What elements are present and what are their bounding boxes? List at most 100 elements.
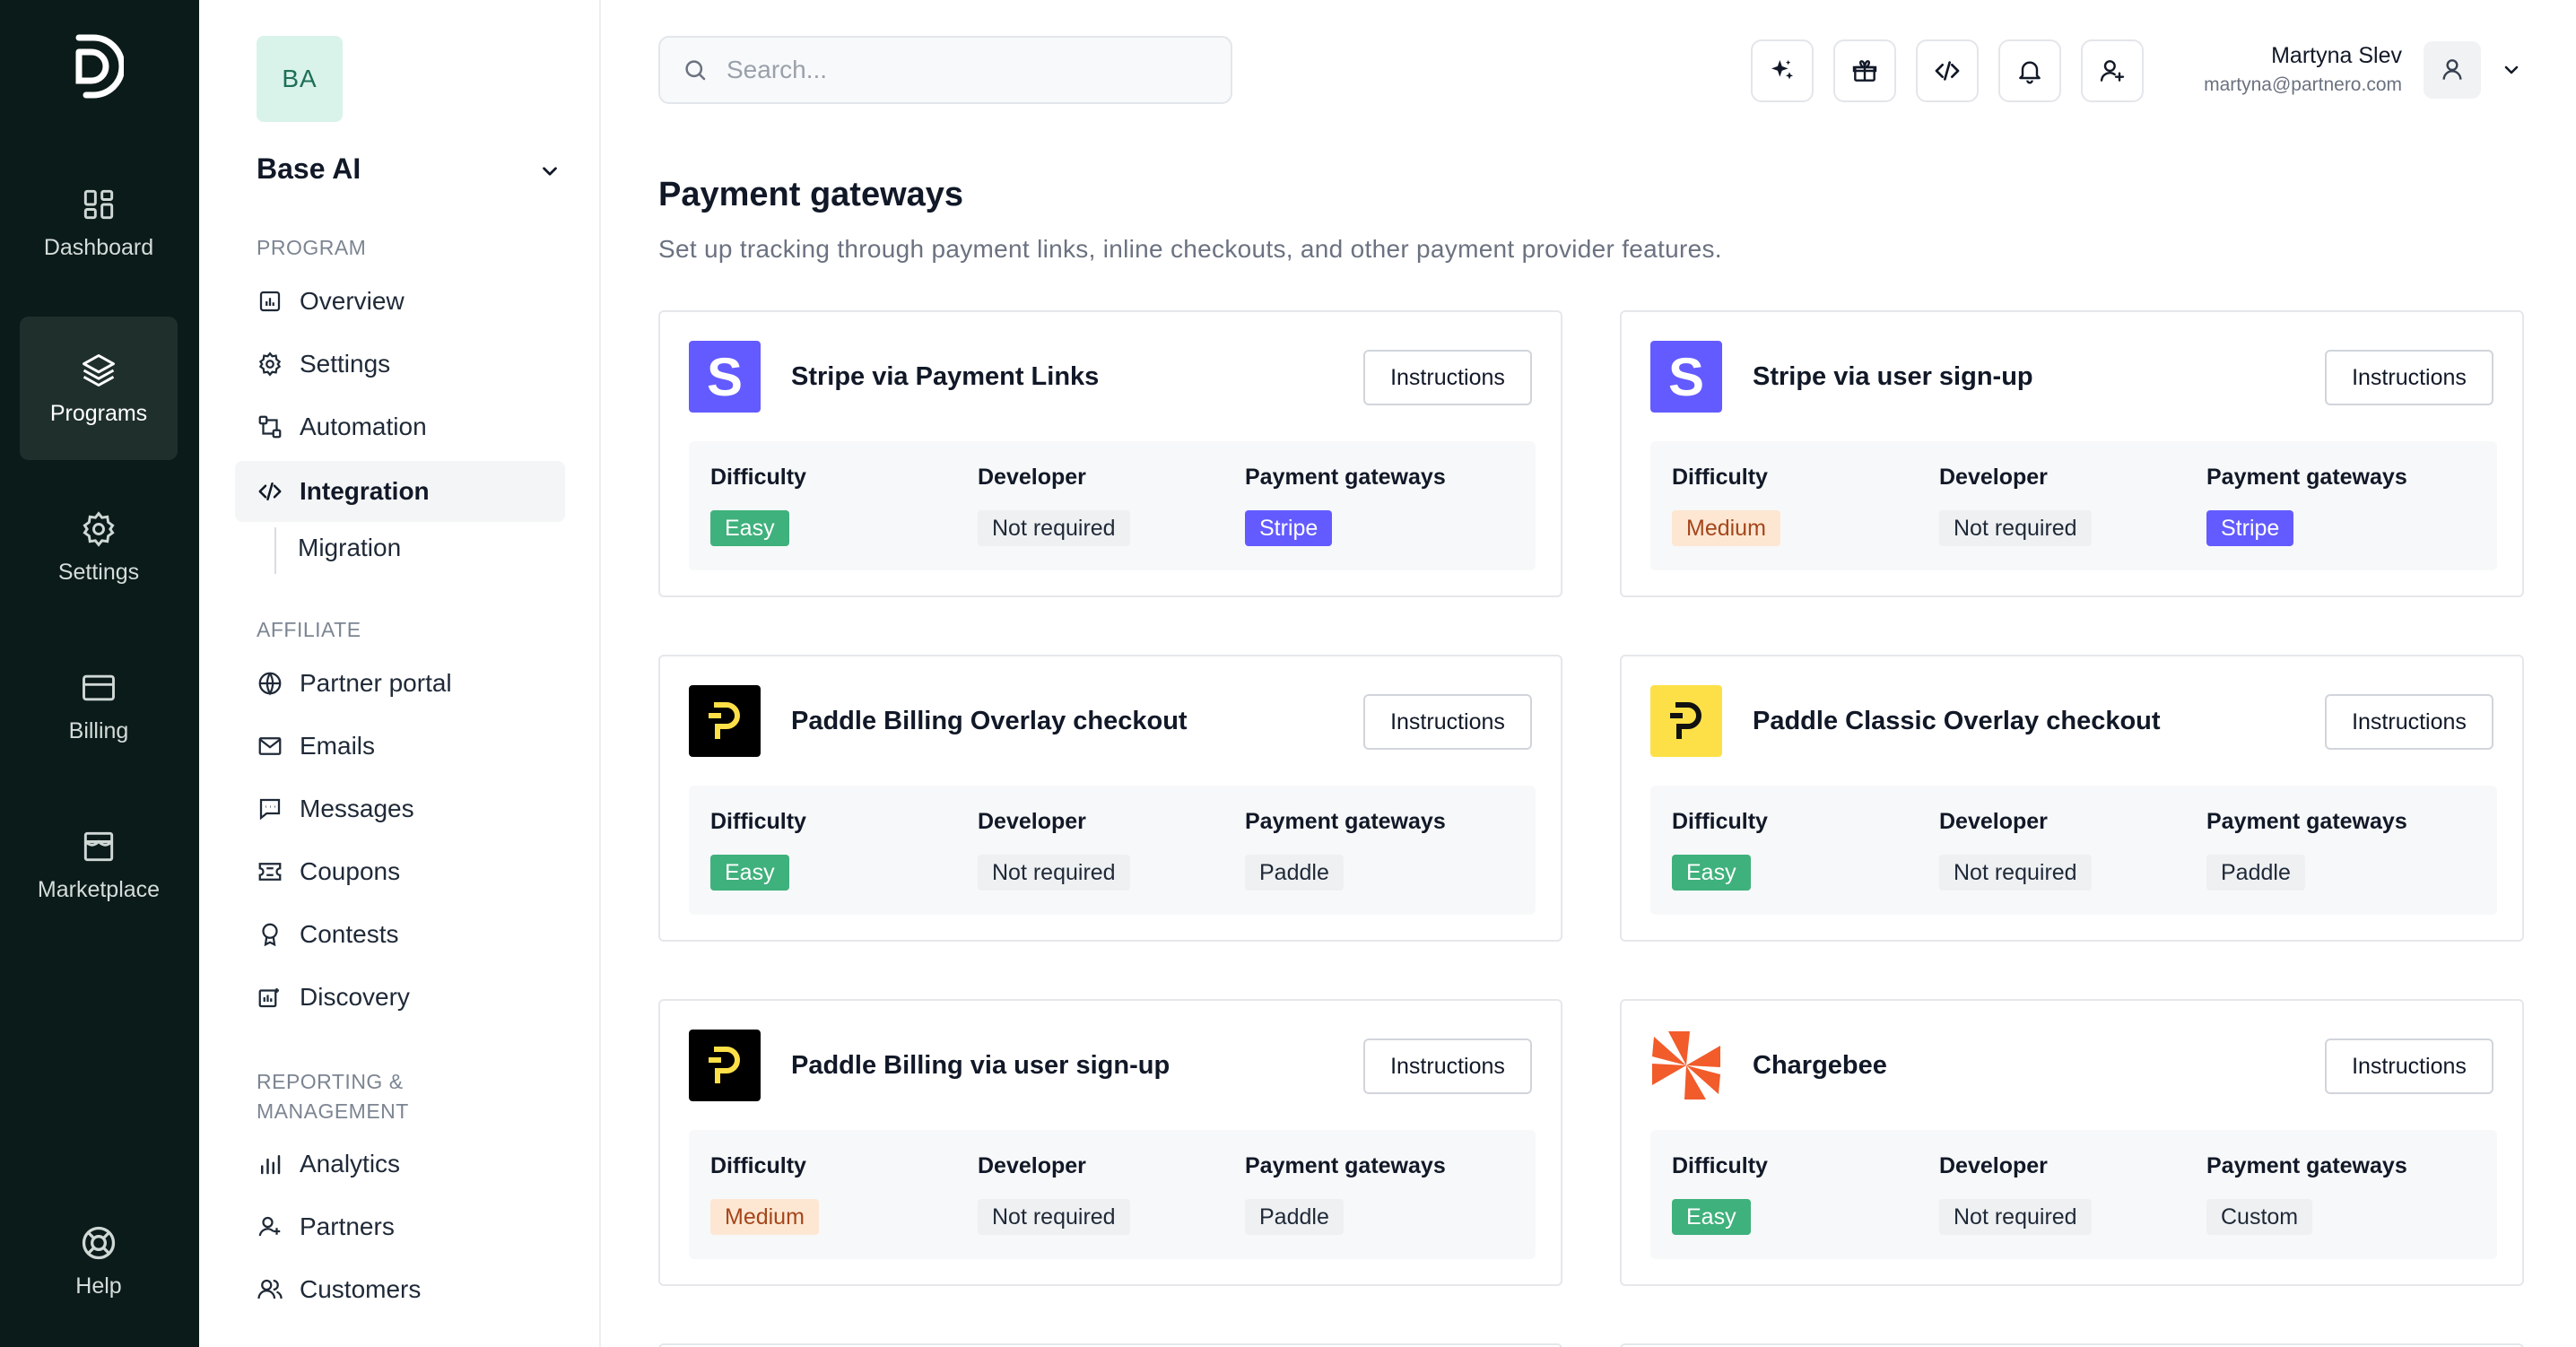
nav-item-automation[interactable]: Automation: [235, 396, 565, 457]
gateway-field: Payment gateways Stripe: [1245, 465, 1446, 546]
difficulty-field: Difficulty Easy: [1672, 809, 1768, 891]
nav-item-label: Contests: [300, 920, 399, 948]
rail-item-help[interactable]: Help: [20, 1189, 178, 1333]
developer-field: Developer Not required: [1939, 465, 2092, 546]
card-meta: Difficulty Medium Developer Not required…: [689, 1130, 1536, 1259]
partner-icon: [258, 1216, 281, 1237]
developer-badge: Not required: [978, 855, 1130, 891]
instructions-button[interactable]: Instructions: [2325, 350, 2493, 405]
gift-button[interactable]: [1833, 39, 1896, 102]
developer-field: Developer Not required: [978, 465, 1130, 546]
rail-label: Settings: [57, 559, 140, 585]
difficulty-label: Difficulty: [710, 809, 806, 834]
card-meta: Difficulty Easy Developer Not required P…: [1650, 786, 2497, 915]
nav-item-overview[interactable]: Overview: [235, 271, 565, 332]
search-bar[interactable]: [658, 36, 1232, 104]
developer-label: Developer: [1939, 809, 2048, 834]
developer-button[interactable]: [1916, 39, 1979, 102]
instructions-button[interactable]: Instructions: [2325, 1038, 2493, 1094]
card-meta: Difficulty Medium Developer Not required…: [1650, 441, 2497, 570]
rail-label: Marketplace: [37, 876, 161, 902]
card-title: Paddle Billing via user sign-up: [791, 1051, 1171, 1080]
user-avatar[interactable]: [2424, 41, 2481, 99]
developer-label: Developer: [978, 809, 1086, 834]
nav-item-settings[interactable]: Settings: [235, 334, 565, 395]
partnero-logo[interactable]: [74, 32, 124, 100]
chevron-down-icon[interactable]: [538, 160, 561, 183]
developer-field: Developer Not required: [1939, 809, 2092, 891]
gear-icon: [83, 510, 115, 547]
gateway-card: Paddle Billing Overlay checkout Instruct…: [658, 655, 1562, 942]
ai-assistant-button[interactable]: [1751, 39, 1814, 102]
gateway-card: [1620, 1343, 2524, 1347]
app-rail: Dashboard Programs Settings Billing Mark…: [0, 0, 199, 1347]
rail-item-programs[interactable]: Programs: [20, 317, 178, 460]
difficulty-badge: Easy: [710, 510, 789, 546]
org-name[interactable]: Base AI: [257, 152, 361, 186]
card-title: Paddle Classic Overlay checkout: [1753, 707, 2161, 735]
nav-item-coupons[interactable]: Coupons: [235, 841, 565, 902]
nav-item-partners[interactable]: Partners: [235, 1196, 565, 1257]
subnav-divider: [274, 527, 276, 574]
nav-item-contests[interactable]: Contests: [235, 904, 565, 965]
rail-item-marketplace[interactable]: Marketplace: [20, 793, 178, 936]
gateway-label: Payment gateways: [1245, 465, 1446, 490]
card-meta: Difficulty Easy Developer Not required P…: [1650, 1130, 2497, 1259]
nav-item-emails[interactable]: Emails: [235, 716, 565, 777]
rail-label: Help: [75, 1273, 122, 1299]
gateway-badge: Custom: [2206, 1199, 2313, 1235]
nav-item-partner-portal[interactable]: Partner portal: [235, 653, 565, 714]
org-avatar: BA: [257, 36, 343, 122]
developer-badge: Not required: [1939, 1199, 2092, 1235]
svg-text:S: S: [707, 347, 743, 407]
invite-user-button[interactable]: [2081, 39, 2144, 102]
globe-icon: [258, 672, 282, 696]
gateway-card: Chargebee Instructions Difficulty Easy D…: [1620, 999, 2524, 1286]
page-title: Payment gateways: [658, 176, 964, 213]
gateway-badge: Paddle: [2206, 855, 2305, 891]
gateway-label: Payment gateways: [2206, 465, 2407, 490]
svg-text:S: S: [1668, 347, 1704, 407]
chevron-down-icon[interactable]: [2501, 59, 2522, 81]
nav-item-messages[interactable]: Messages: [235, 778, 565, 839]
rail-item-settings[interactable]: Settings: [20, 475, 178, 619]
card-title: Chargebee: [1753, 1051, 1887, 1080]
instructions-button[interactable]: Instructions: [1363, 694, 1532, 750]
nav-item-label: Automation: [300, 413, 427, 440]
gateway-card: Paddle Billing via user sign-up Instruct…: [658, 999, 1562, 1286]
search-input[interactable]: [727, 56, 1193, 84]
nav-item-customers[interactable]: Customers: [235, 1259, 565, 1320]
developer-badge: Not required: [1939, 855, 2092, 891]
nav-item-analytics[interactable]: Analytics: [235, 1134, 565, 1195]
instructions-button[interactable]: Instructions: [1363, 1038, 1532, 1094]
difficulty-field: Difficulty Medium: [1672, 465, 1780, 546]
instructions-button[interactable]: Instructions: [1363, 350, 1532, 405]
bell-icon: [2019, 61, 2041, 84]
gateway-label: Payment gateways: [2206, 809, 2407, 834]
difficulty-label: Difficulty: [1672, 465, 1768, 490]
gateway-field: Payment gateways Paddle: [1245, 809, 1446, 891]
sparkles-icon: [1771, 60, 1793, 80]
notifications-button[interactable]: [1998, 39, 2061, 102]
developer-label: Developer: [1939, 465, 2048, 490]
nav-item-label: Coupons: [300, 857, 401, 885]
gateway-card: [658, 1343, 1562, 1347]
rail-item-billing[interactable]: Billing: [20, 634, 178, 778]
nav-subitem-migration[interactable]: Migration: [298, 534, 401, 562]
gateway-card: Paddle Classic Overlay checkout Instruct…: [1620, 655, 2524, 942]
chat-icon: [259, 798, 281, 821]
gateway-card: S Stripe via user sign-up Instructions D…: [1620, 310, 2524, 597]
nav-item-label: Analytics: [300, 1150, 401, 1178]
rail-label: Billing: [68, 717, 129, 743]
nav-item-discovery[interactable]: Discovery: [235, 967, 565, 1028]
paddle-logo: [689, 685, 761, 757]
discovery-icon: [258, 988, 279, 1008]
user-name: Martyna Slev: [2271, 43, 2402, 68]
nav-item-integration[interactable]: Integration: [235, 461, 565, 522]
nav-item-label: Messages: [300, 795, 414, 822]
rail-item-dashboard[interactable]: Dashboard: [20, 151, 178, 294]
layers-icon: [83, 353, 115, 387]
chargebee-logo: [1650, 1030, 1722, 1101]
instructions-button[interactable]: Instructions: [2325, 694, 2493, 750]
difficulty-field: Difficulty Easy: [1672, 1153, 1768, 1235]
